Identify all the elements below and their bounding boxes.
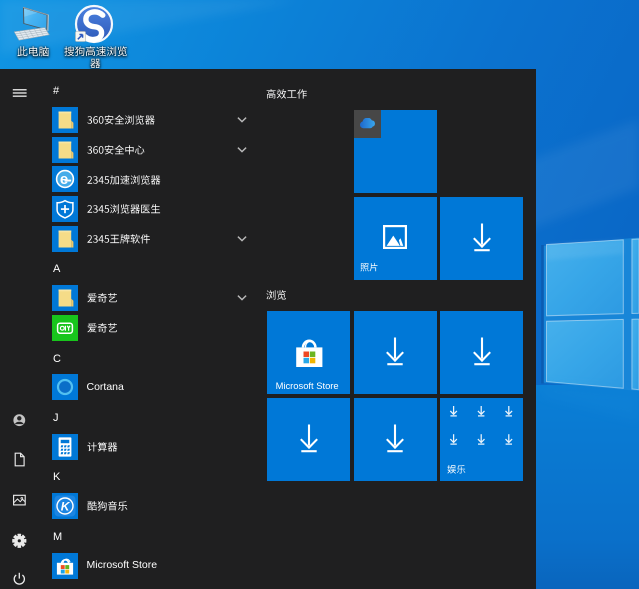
svg-text:K: K xyxy=(61,499,71,513)
